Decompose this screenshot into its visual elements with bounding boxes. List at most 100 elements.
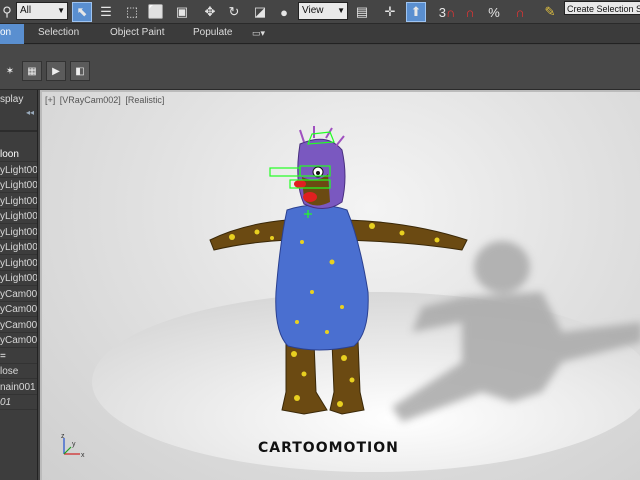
rectangular-selection-button[interactable]: ⬜ <box>146 2 166 22</box>
tab-label: Selection <box>38 27 80 38</box>
film-icon: ▦ <box>27 65 37 77</box>
display-invert-button[interactable]: ◧ <box>70 61 90 81</box>
viewport-menu-label[interactable]: [+] <box>45 95 55 105</box>
axis-tripod-icon: x y z <box>61 433 85 459</box>
scale-button[interactable]: ◪ <box>250 2 270 22</box>
film-play-icon: ▶ <box>52 65 60 77</box>
tab-label: Object Paint <box>110 27 165 38</box>
sparkle-icon[interactable]: ✶ <box>0 61 20 81</box>
nose <box>294 180 306 188</box>
edit-named-selection-button[interactable]: ✎ <box>540 2 560 22</box>
tab-modeling[interactable]: on <box>0 24 24 44</box>
explorer-item[interactable]: yCam002 <box>0 302 37 317</box>
explorer-item[interactable]: yLight004 <box>0 163 37 178</box>
explorer-item[interactable]: yLight002 <box>0 240 37 255</box>
tab-label: Populate <box>193 27 233 38</box>
select-by-name-button[interactable]: ☰ <box>96 2 116 22</box>
pivot-icon: ▤ <box>355 4 369 19</box>
reference-coordinate-value: View <box>302 5 324 16</box>
rotate-icon: ↻ <box>228 4 240 19</box>
tab-selection[interactable]: Selection <box>38 27 79 38</box>
select-manipulate-button[interactable]: ✛ <box>380 2 400 22</box>
cursor-arrow-icon: ⬉ <box>76 4 88 19</box>
place-button[interactable]: ● <box>274 2 294 22</box>
named-selection-set-field[interactable]: Create Selection Se <box>564 1 640 15</box>
explorer-item[interactable]: yLight001 <box>0 256 37 271</box>
mouth <box>303 192 317 202</box>
right-leg <box>329 339 365 415</box>
named-selection-placeholder: Create Selection Se <box>567 4 640 14</box>
snaps-toggle-button[interactable]: 3 ∩ <box>436 2 458 22</box>
explorer-item[interactable]: yLight002 <box>0 225 37 240</box>
snap-value: 3 <box>438 4 446 20</box>
explorer-item[interactable]: 01 <box>0 395 37 410</box>
display-all-button[interactable]: ▶ <box>46 61 66 81</box>
angle-magnet-icon: ∩ <box>465 4 475 20</box>
watermark-text: CARTOOMOTION <box>258 440 399 456</box>
rotate-button[interactable]: ↻ <box>224 2 244 22</box>
link-icon[interactable]: ⚲ <box>0 2 14 22</box>
left-arm <box>209 219 291 251</box>
explorer-item[interactable]: yLight001 <box>0 271 37 286</box>
axis-y-label: y <box>72 441 76 448</box>
magnet-icon: ∩ <box>445 4 456 20</box>
ribbon-options-dropdown[interactable]: ▭▾ <box>252 28 274 40</box>
crossing-icon: ▣ <box>175 4 189 19</box>
explorer-item[interactable]: yCam001. <box>0 318 37 333</box>
chevron-down-icon: ▼ <box>337 6 345 15</box>
select-object-button[interactable]: ⬉ <box>72 2 92 22</box>
reference-coordinate-dropdown[interactable]: View ▼ <box>298 2 348 20</box>
explorer-item[interactable]: yCam001 <box>0 333 37 348</box>
explorer-item[interactable]: nain001 <box>0 380 37 395</box>
percent-snap-label: % <box>488 4 500 20</box>
list-icon: ☰ <box>100 4 112 19</box>
spinner-magnet-icon: ∩ <box>515 4 525 20</box>
pencil-icon: ✎ <box>544 4 556 19</box>
scale-icon: ◪ <box>253 4 267 19</box>
selection-filter-value: All <box>20 5 32 16</box>
explorer-divider <box>0 130 37 132</box>
axis-x-label: x <box>81 452 85 459</box>
viewport-label[interactable]: [+] [VRayCam002] [Realistic] <box>45 95 166 105</box>
tab-object-paint[interactable]: Object Paint <box>110 27 164 38</box>
sphere-icon: ● <box>280 4 288 20</box>
dashed-square-icon: ⬜ <box>147 4 165 19</box>
angle-snap-button[interactable]: ∩ <box>460 2 480 22</box>
pivot-center-button[interactable]: ▤ <box>352 2 372 22</box>
ribbon-tabs: on Selection Object Paint Populate ▭▾ <box>0 24 640 44</box>
display-none-button[interactable]: ▦ <box>22 61 42 81</box>
spinner-snap-button[interactable]: ∩ <box>510 2 530 22</box>
selection-filter-dropdown[interactable]: All ▼ <box>16 2 68 20</box>
tab-label: on <box>0 27 12 38</box>
film-invert-icon: ◧ <box>75 65 85 77</box>
explorer-display-header[interactable]: splay <box>0 94 23 105</box>
explorer-item[interactable]: yCam002. <box>0 287 37 302</box>
chevron-down-icon: ▼ <box>57 6 65 15</box>
main-toolbar: ⚲ All ▼ ⬉ ☰ ⬚ ⬜ ▣ ✥ ↻ ◪ ● View ▼ ▤ ✛ ⬆ 3… <box>0 0 640 24</box>
right-arm <box>343 219 468 251</box>
scene-render <box>92 126 640 472</box>
explorer-item[interactable]: lose <box>0 364 37 379</box>
perspective-viewport[interactable]: [+] [VRayCam002] [Realistic] x y z CARTO… <box>40 90 640 480</box>
move-icon: ✥ <box>204 4 216 19</box>
pin-icon[interactable]: ◂◂ <box>26 108 34 117</box>
scene-explorer: splay ◂◂ loonyLight004yLight004yLight003… <box>0 90 38 480</box>
ribbon-toggle-icon: ▭▾ <box>252 28 266 38</box>
move-button[interactable]: ✥ <box>200 2 220 22</box>
keyboard-shortcut-override-button[interactable]: ⬆ <box>406 2 426 22</box>
percent-snap-button[interactable]: % <box>484 2 504 22</box>
explorer-item[interactable]: loon <box>0 147 37 162</box>
cursor-box-icon: ⬚ <box>125 4 139 19</box>
explorer-item[interactable]: yLight003 <box>0 209 37 224</box>
axis-z-label: z <box>61 433 65 440</box>
upload-arrow-icon: ⬆ <box>410 4 422 19</box>
explorer-item[interactable]: yLight004 <box>0 178 37 193</box>
scene-explorer-toolbar: ✶ ▦ ▶ ◧ <box>0 45 640 90</box>
window-crossing-button[interactable]: ▣ <box>172 2 192 22</box>
explorer-item[interactable]: yLight003 <box>0 194 37 209</box>
select-and-move-cursor-button[interactable]: ⬚ <box>122 2 142 22</box>
viewport-camera-label[interactable]: [VRayCam002] <box>60 95 121 105</box>
viewport-shading-label[interactable]: [Realistic] <box>125 95 164 105</box>
tab-populate[interactable]: Populate <box>193 27 232 38</box>
explorer-item[interactable]: = <box>0 349 37 364</box>
